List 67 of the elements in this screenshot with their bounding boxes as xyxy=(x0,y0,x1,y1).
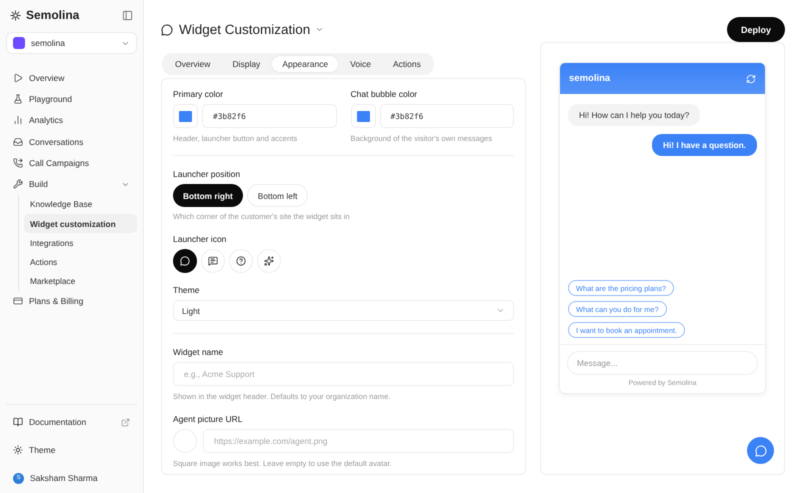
position-option[interactable]: Bottom left xyxy=(246,184,308,207)
credit-card-icon xyxy=(13,296,23,306)
tab[interactable]: Actions xyxy=(382,56,431,72)
chat-bubble-icon xyxy=(180,256,190,266)
chevron-down-icon xyxy=(496,306,505,315)
chevron-down-icon[interactable] xyxy=(315,25,324,34)
documentation-link[interactable]: Documentation xyxy=(6,411,137,433)
play-icon xyxy=(13,72,23,83)
launcher-icon-option[interactable] xyxy=(201,249,225,273)
external-link-icon xyxy=(121,418,130,426)
nav-item[interactable]: Conversations xyxy=(6,130,137,152)
nav-subitem[interactable]: Marketplace xyxy=(24,272,137,291)
tab[interactable]: Voice xyxy=(340,56,381,72)
brand-name: Semolina xyxy=(26,8,80,22)
theme-select[interactable]: Light xyxy=(173,300,514,321)
agent-picture-url-field[interactable]: https://example.com/agent.png xyxy=(203,429,514,453)
tab[interactable]: Overview xyxy=(165,56,220,72)
nav-subitem[interactable]: Actions xyxy=(24,252,137,272)
widget-title: semolina xyxy=(569,73,610,84)
color-swatch[interactable] xyxy=(173,104,198,128)
help-icon xyxy=(236,256,246,266)
launcher-button[interactable] xyxy=(747,437,774,464)
page-title: Widget Customization xyxy=(179,22,310,37)
workspace-selector[interactable]: semolina xyxy=(6,32,137,54)
tab[interactable]: Display xyxy=(222,56,270,72)
field-label: Launcher icon xyxy=(173,234,228,244)
nav-subitem[interactable]: Integrations xyxy=(24,233,137,252)
widget-name-field[interactable]: e.g., Acme Support xyxy=(173,362,514,386)
field-label: Launcher position xyxy=(173,169,242,179)
user-message: Hi! I have a question. xyxy=(652,134,757,156)
field-label: Theme xyxy=(173,285,200,295)
launcher-icon-option[interactable] xyxy=(229,249,253,273)
chat-bubble-icon xyxy=(161,24,173,36)
nav-item[interactable]: Plans & Billing xyxy=(6,290,137,312)
launcher-icon-option[interactable] xyxy=(257,249,281,273)
flask-icon xyxy=(13,94,23,104)
message-field[interactable]: Message... xyxy=(567,351,758,375)
phone-icon xyxy=(13,158,23,168)
bar-chart-icon xyxy=(13,115,23,126)
deploy-button[interactable]: Deploy xyxy=(726,17,785,42)
nav-subitem[interactable]: Knowledge Base xyxy=(24,194,137,214)
nav-item[interactable]: Analytics xyxy=(6,110,137,131)
refresh-icon[interactable] xyxy=(746,74,756,84)
sun-icon xyxy=(13,445,23,455)
position-option[interactable]: Bottom right xyxy=(173,184,243,207)
sparkles-icon xyxy=(264,256,274,266)
inbox-icon xyxy=(13,136,23,147)
chat-bubble-icon xyxy=(754,444,766,456)
field-label: Agent picture URL xyxy=(173,414,244,424)
bot-message: Hi! How can I help you today? xyxy=(568,104,700,126)
book-icon xyxy=(13,417,23,427)
field-label: Primary color xyxy=(173,89,224,99)
nav-item[interactable]: Call Campaigns xyxy=(6,152,137,174)
nav-subitem[interactable]: Widget customization xyxy=(24,214,137,234)
nav-item[interactable]: Overview xyxy=(6,67,137,88)
launcher-icon-option[interactable] xyxy=(173,249,197,273)
color-swatch[interactable] xyxy=(350,104,376,128)
field-label: Chat bubble color xyxy=(350,89,418,99)
nav-item[interactable]: Playground xyxy=(6,88,137,110)
logo-icon xyxy=(10,10,21,20)
theme-toggle[interactable]: Theme xyxy=(6,439,137,461)
workspace-avatar xyxy=(13,37,25,49)
wrench-icon xyxy=(13,179,23,190)
tab[interactable]: Appearance xyxy=(272,56,338,72)
sidebar-toggle-icon[interactable] xyxy=(122,10,133,20)
nav-item[interactable]: Build xyxy=(6,173,137,195)
field-label: Widget name xyxy=(173,347,224,357)
